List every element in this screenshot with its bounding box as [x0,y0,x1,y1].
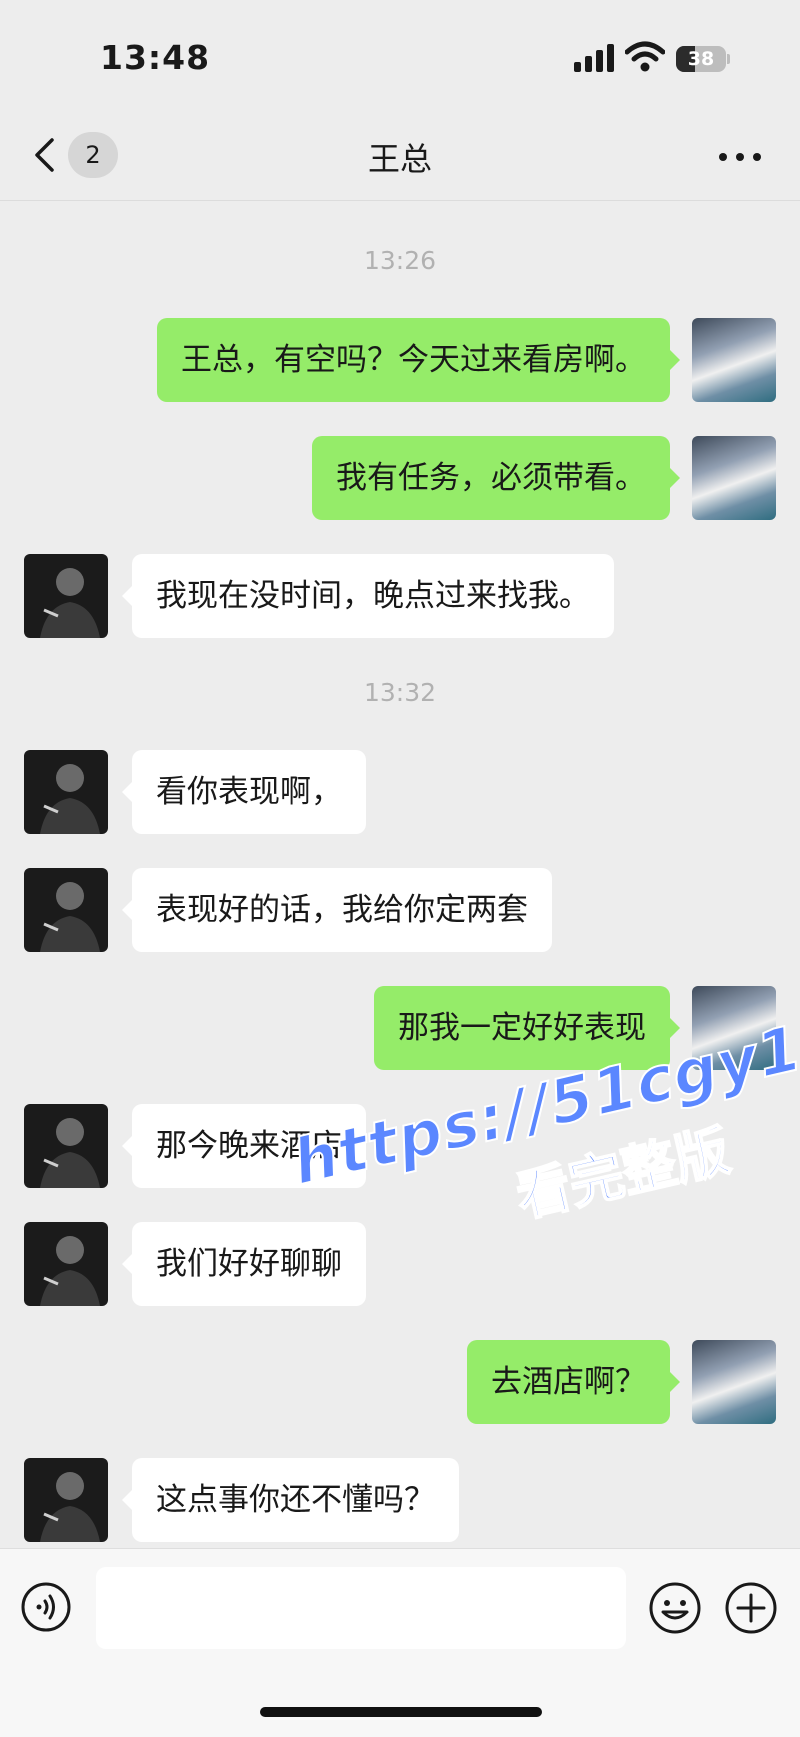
received-message-bubble[interactable]: 表现好的话，我给你定两套 [122,868,552,952]
received-message-bubble[interactable]: 我现在没时间，晚点过来找我。 [122,554,614,638]
battery-level: 38 [687,48,715,70]
timestamp: 13:26 [363,246,437,275]
wifi-icon [625,41,665,72]
home-indicator [260,1707,542,1717]
sent-message-bubble[interactable]: 王总，有空吗？今天过来看房啊。 [157,318,680,402]
received-message-bubble[interactable]: 这点事你还不懂吗？ [122,1458,459,1542]
sent-message-bubble[interactable]: 那我一定好好表现 [374,986,680,1070]
more-dots-icon[interactable] [716,150,764,164]
input-bar [0,1548,800,1737]
emoji-icon[interactable] [648,1581,702,1635]
chat-title: 王总 [367,140,432,178]
contact-avatar[interactable] [24,750,108,834]
contact-avatar[interactable] [24,1104,108,1188]
signal-icon [574,44,614,72]
sent-message-bubble[interactable]: 我有任务，必须带看。 [312,436,680,520]
my-avatar[interactable] [692,1340,776,1424]
watermark-cta: 看完整版 [510,1118,737,1230]
received-message-bubble[interactable]: 看你表现啊， [122,750,366,834]
status-time: 13:48 [100,38,211,77]
chat-header: 2 王总 [0,110,800,201]
message-input[interactable] [96,1567,626,1649]
plus-icon[interactable] [724,1581,778,1635]
status-bar: 13:48 38 [0,0,800,110]
received-message-bubble[interactable]: 那今晚来酒店 [122,1104,366,1188]
contact-avatar[interactable] [24,1458,108,1542]
contact-avatar[interactable] [24,1222,108,1306]
my-avatar[interactable] [692,986,776,1070]
voice-icon[interactable] [20,1581,72,1633]
contact-avatar[interactable] [24,554,108,638]
battery-icon: 38 [676,46,730,72]
timestamp: 13:32 [363,678,437,707]
contact-avatar[interactable] [24,868,108,952]
my-avatar[interactable] [692,436,776,520]
my-avatar[interactable] [692,318,776,402]
sent-message-bubble[interactable]: 去酒店啊？ [467,1340,680,1424]
received-message-bubble[interactable]: 我们好好聊聊 [122,1222,366,1306]
